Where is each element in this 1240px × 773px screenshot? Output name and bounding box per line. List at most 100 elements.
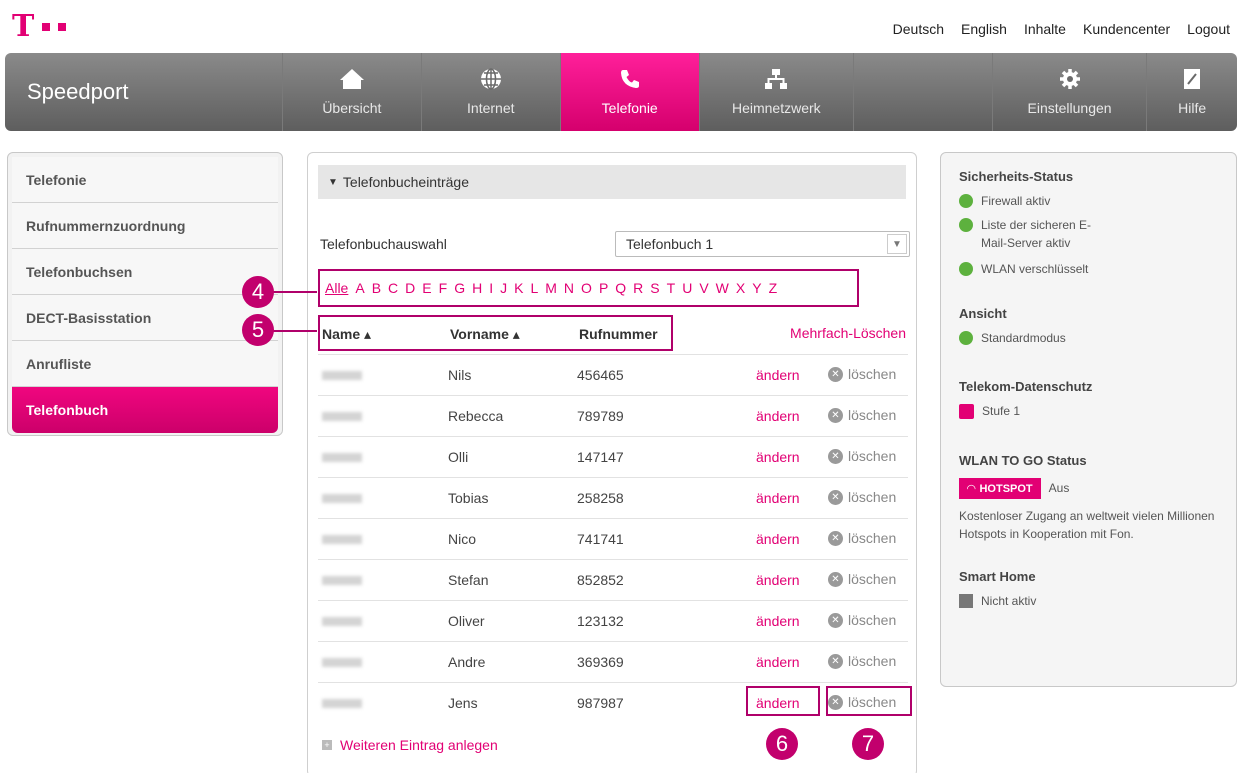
sidebar-item-anrufliste[interactable]: Anrufliste xyxy=(12,341,278,387)
filter-letter-z[interactable]: Z xyxy=(768,280,779,296)
nav-internet[interactable]: Internet xyxy=(420,53,560,131)
filter-letter-q[interactable]: Q xyxy=(614,280,627,296)
blurred-name xyxy=(322,412,362,421)
filter-letter-w[interactable]: W xyxy=(715,280,730,296)
sidebar-item-rufnummernzuordnung[interactable]: Rufnummernzuordnung xyxy=(12,203,278,249)
blurred-name xyxy=(322,699,362,708)
edit-link[interactable]: ändern xyxy=(756,572,800,588)
nav-uebersicht[interactable]: Übersicht xyxy=(281,53,421,131)
chevron-down-icon: ▼ xyxy=(887,234,907,254)
table-row: Nico 741741 ändern ✕ löschen xyxy=(318,518,908,559)
table-row: Tobias 258258 ändern ✕ löschen xyxy=(318,477,908,518)
filter-all[interactable]: Alle xyxy=(324,280,349,296)
sidebar-item-telefonbuchsen[interactable]: Telefonbuchsen xyxy=(12,249,278,295)
filter-letter-b[interactable]: B xyxy=(371,280,382,296)
column-header-vorname[interactable]: Vorname ▴ xyxy=(450,326,520,343)
delete-link[interactable]: ✕ löschen xyxy=(828,489,896,505)
filter-letter-n[interactable]: N xyxy=(563,280,575,296)
home-icon xyxy=(339,69,364,89)
callout-7: 7 xyxy=(852,728,884,760)
callout-4: 4 xyxy=(242,276,274,308)
delete-link[interactable]: ✕ löschen xyxy=(828,612,896,628)
filter-letter-c[interactable]: C xyxy=(387,280,399,296)
filter-letter-h[interactable]: H xyxy=(471,280,483,296)
sidebar-item-telefonie[interactable]: Telefonie xyxy=(12,157,278,203)
add-entry-link[interactable]: + Weiteren Eintrag anlegen xyxy=(322,737,498,753)
globe-icon xyxy=(480,68,501,90)
delete-link[interactable]: ✕ löschen xyxy=(828,530,896,546)
close-icon: ✕ xyxy=(828,530,843,546)
link-inhalte[interactable]: Inhalte xyxy=(1024,21,1066,37)
filter-letter-i[interactable]: I xyxy=(488,280,494,296)
view-title: Ansicht xyxy=(959,306,1007,321)
edit-link[interactable]: ändern xyxy=(756,613,800,629)
entry-vorname: Andre xyxy=(448,654,486,670)
nav-heimnetzwerk[interactable]: Heimnetzwerk xyxy=(698,53,853,131)
edit-link[interactable]: ändern xyxy=(756,531,800,547)
delete-link[interactable]: ✕ löschen xyxy=(828,571,896,587)
filter-letter-k[interactable]: K xyxy=(513,280,524,296)
hotspot-status: ◠ HOTSPOT Aus xyxy=(959,478,1218,499)
status-ok-icon xyxy=(959,262,973,276)
delete-link[interactable]: ✕ löschen xyxy=(828,407,896,423)
close-icon: ✕ xyxy=(828,407,843,423)
telekom-logo: T xyxy=(12,9,67,44)
telekom-t-icon: T xyxy=(12,9,35,44)
edit-link[interactable]: ändern xyxy=(756,449,800,465)
phonebook-select[interactable]: Telefonbuch 1 ▼ xyxy=(615,231,910,257)
filter-letter-p[interactable]: P xyxy=(598,280,609,296)
nav-einstellungen[interactable]: Einstellungen xyxy=(991,53,1146,131)
delete-link[interactable]: ✕ löschen xyxy=(828,366,896,382)
edit-link[interactable]: ändern xyxy=(756,490,800,506)
wlan-togo-text: Kostenloser Zugang an weltweit vielen Mi… xyxy=(959,509,1215,541)
filter-letter-t[interactable]: T xyxy=(666,280,677,296)
filter-letter-u[interactable]: U xyxy=(681,280,693,296)
wlan-togo-title: WLAN TO GO Status xyxy=(959,453,1087,468)
privacy-level[interactable]: Stufe 1 xyxy=(959,404,1218,419)
nav-hilfe[interactable]: Hilfe xyxy=(1146,53,1237,131)
filter-letter-x[interactable]: X xyxy=(735,280,746,296)
filter-letter-d[interactable]: D xyxy=(404,280,416,296)
filter-letter-g[interactable]: G xyxy=(453,280,466,296)
panel-header[interactable]: ▼ Telefonbucheinträge xyxy=(318,165,906,199)
filter-letter-l[interactable]: L xyxy=(529,280,539,296)
status-wlan: WLAN verschlüsselt xyxy=(959,262,1218,276)
filter-letter-m[interactable]: M xyxy=(544,280,558,296)
close-icon: ✕ xyxy=(828,612,843,628)
hotspot-badge[interactable]: ◠ HOTSPOT xyxy=(959,478,1041,499)
sidebar-item-telefonbuch[interactable]: Telefonbuch xyxy=(12,387,278,433)
filter-letter-a[interactable]: A xyxy=(354,280,365,296)
filter-letter-y[interactable]: Y xyxy=(751,280,762,296)
filter-letter-o[interactable]: O xyxy=(580,280,593,296)
link-english[interactable]: English xyxy=(961,21,1007,37)
triangle-down-icon: ▼ xyxy=(328,176,338,188)
status-ok-icon xyxy=(959,331,973,345)
blurred-name xyxy=(322,535,362,544)
link-logout[interactable]: Logout xyxy=(1187,21,1230,37)
filter-letter-f[interactable]: F xyxy=(438,280,449,296)
entry-rufnummer: 987987 xyxy=(577,695,624,711)
delete-link[interactable]: ✕ löschen xyxy=(828,448,896,464)
blurred-name xyxy=(322,453,362,462)
multi-delete-link[interactable]: Mehrfach-Löschen xyxy=(790,325,906,341)
nav-telefonie[interactable]: Telefonie xyxy=(559,53,699,131)
gear-icon xyxy=(1059,69,1080,89)
link-deutsch[interactable]: Deutsch xyxy=(893,21,944,37)
phonebook-panel: ▼ Telefonbucheinträge Telefonbuchauswahl… xyxy=(307,152,917,773)
link-kundencenter[interactable]: Kundencenter xyxy=(1083,21,1170,37)
phone-icon xyxy=(620,70,639,88)
filter-letter-s[interactable]: S xyxy=(649,280,660,296)
filter-letter-j[interactable]: J xyxy=(499,280,508,296)
view-mode: Standardmodus xyxy=(959,331,1218,345)
close-icon: ✕ xyxy=(828,571,843,587)
edit-link[interactable]: ändern xyxy=(756,367,800,383)
filter-letter-r[interactable]: R xyxy=(632,280,644,296)
delete-link[interactable]: ✕ löschen xyxy=(828,653,896,669)
column-header-name[interactable]: Name ▴ xyxy=(322,326,371,343)
sidebar-item-dect-basisstation[interactable]: DECT-Basisstation xyxy=(12,295,278,341)
filter-letter-v[interactable]: V xyxy=(698,280,709,296)
edit-link[interactable]: ändern xyxy=(756,654,800,670)
filter-letter-e[interactable]: E xyxy=(421,280,432,296)
column-header-rufnummer[interactable]: Rufnummer xyxy=(579,326,658,342)
edit-link[interactable]: ändern xyxy=(756,408,800,424)
